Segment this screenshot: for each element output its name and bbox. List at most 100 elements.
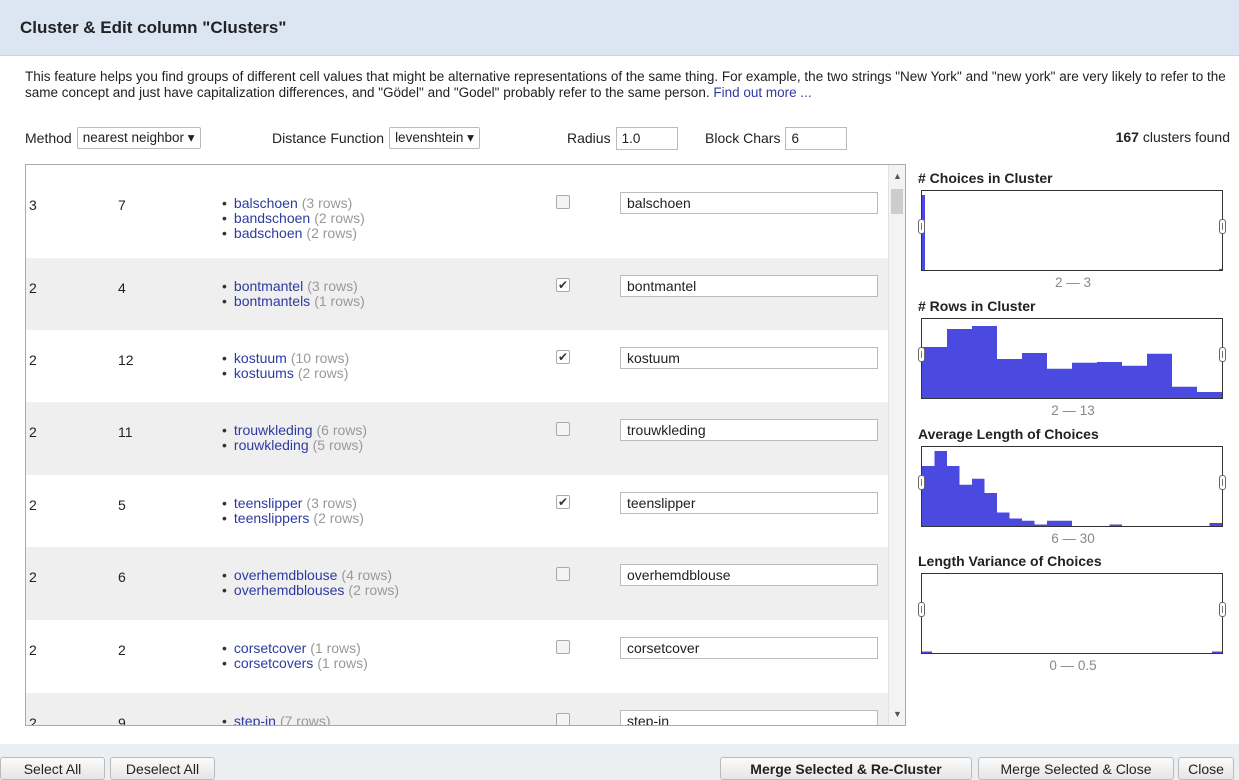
histogram-chart[interactable] <box>918 190 1226 271</box>
choice-item: corsetcovers(1 rows) <box>222 656 368 671</box>
choice-value-link[interactable]: bontmantels <box>234 293 310 309</box>
method-label: Method <box>25 130 72 146</box>
choice-value-link[interactable]: bontmantel <box>234 278 303 294</box>
scroll-thumb[interactable] <box>891 189 903 214</box>
cluster-row-count: 5 <box>118 497 126 513</box>
method-select[interactable]: nearest neighbor ▾ <box>76 127 201 149</box>
choice-item: balschoen(3 rows) <box>222 196 365 211</box>
choice-value-link[interactable]: teenslippers <box>234 510 310 526</box>
histogram-bar <box>1219 268 1222 271</box>
cluster-choices: corsetcover(1 rows)corsetcovers(1 rows) <box>222 641 368 671</box>
dialog-title: Cluster & Edit column "Clusters" <box>20 18 287 37</box>
histogram-chart[interactable] <box>918 318 1226 399</box>
merge-checkbox[interactable] <box>556 640 570 654</box>
cluster-choices: overhemdblouse(4 rows)overhemdblouses(2 … <box>222 568 399 598</box>
new-cell-value-input[interactable]: kostuum <box>620 347 878 369</box>
histogram-bar <box>1122 365 1147 398</box>
distance-select[interactable]: levenshtein ▾ <box>389 127 480 149</box>
range-handle-right-icon[interactable] <box>1219 219 1226 234</box>
cluster-row-count: 11 <box>118 424 133 440</box>
feature-description: This feature helps you find groups of di… <box>25 69 1230 101</box>
choice-value-link[interactable]: trouwkleding <box>234 422 313 438</box>
merge-checkbox[interactable] <box>556 713 570 725</box>
merge-checkbox[interactable]: ✔ <box>556 495 570 509</box>
choice-row-count: (10 rows) <box>290 350 350 366</box>
select-all-button[interactable]: Select All <box>0 757 105 780</box>
find-out-more-link[interactable]: Find out more ... <box>713 85 811 100</box>
cluster-row: 37balschoen(3 rows)bandschoen(2 rows)bad… <box>26 175 888 258</box>
choice-item: kostuums(2 rows) <box>222 366 349 381</box>
range-handle-right-icon[interactable] <box>1219 602 1226 617</box>
choice-row-count: (5 rows) <box>312 437 364 453</box>
choice-value-link[interactable]: overhemdblouses <box>234 582 345 598</box>
histogram-chart[interactable] <box>918 573 1226 654</box>
histogram-bar <box>972 326 997 398</box>
cluster-row: 24bontmantel(3 rows)bontmantels(1 rows)✔… <box>26 258 888 330</box>
choice-value-link[interactable]: kostuums <box>234 365 294 381</box>
choice-item: step-in(7 rows) <box>222 714 331 726</box>
scroll-up-icon[interactable]: ▲ <box>893 171 902 181</box>
histogram-svg <box>922 195 1222 271</box>
range-handle-right-icon[interactable] <box>1219 347 1226 362</box>
choice-value-link[interactable]: corsetcovers <box>234 655 313 671</box>
choice-row-count: (2 rows) <box>314 210 365 226</box>
merge-checkbox[interactable] <box>556 195 570 209</box>
histogram-bar <box>1212 651 1222 653</box>
choice-item: corsetcover(1 rows) <box>222 641 368 656</box>
merge-checkbox[interactable]: ✔ <box>556 278 570 292</box>
choice-value-link[interactable]: rouwkleding <box>234 437 309 453</box>
histogram-bar <box>959 484 972 526</box>
choice-item: badschoen(2 rows) <box>222 226 365 241</box>
choice-value-link[interactable]: badschoen <box>234 225 303 241</box>
cluster-choices: balschoen(3 rows)bandschoen(2 rows)badsc… <box>222 196 365 241</box>
choice-row-count: (2 rows) <box>348 582 399 598</box>
radius-input[interactable]: 1.0 <box>615 126 678 150</box>
choice-value-link[interactable]: overhemdblouse <box>234 567 338 583</box>
choice-value-link[interactable]: corsetcover <box>234 640 306 656</box>
new-cell-value-input[interactable]: trouwkleding <box>620 419 878 441</box>
choice-value-link[interactable]: teenslipper <box>234 495 303 511</box>
merge-checkbox[interactable]: ✔ <box>556 350 570 364</box>
new-cell-value-input[interactable]: step-in <box>620 710 878 725</box>
block-chars-input[interactable]: 6 <box>785 126 848 150</box>
cluster-choices: trouwkleding(6 rows)rouwkleding(5 rows) <box>222 423 367 453</box>
clusters-found-count: 167 <box>1115 129 1139 145</box>
facet-range-label: 6 — 30 <box>1051 531 1095 546</box>
scroll-down-icon[interactable]: ▼ <box>893 709 902 719</box>
new-cell-value-input[interactable]: bontmantel <box>620 275 878 297</box>
choice-row-count: (2 rows) <box>297 365 349 381</box>
range-handle-left-icon[interactable] <box>918 602 925 617</box>
clusters-table[interactable]: 37balschoen(3 rows)bandschoen(2 rows)bad… <box>25 164 906 726</box>
histogram-bar <box>1209 523 1222 526</box>
vertical-scrollbar[interactable]: ▲ ▼ <box>888 165 905 725</box>
cluster-size: 3 <box>29 197 37 213</box>
range-handle-left-icon[interactable] <box>918 219 925 234</box>
new-cell-value-input[interactable]: overhemdblouse <box>620 564 878 586</box>
clusters-found-label: clusters found <box>1142 129 1230 145</box>
range-handle-right-icon[interactable] <box>1219 475 1226 490</box>
merge-close-button[interactable]: Merge Selected & Close <box>978 757 1174 780</box>
choice-item: bontmantel(3 rows) <box>222 279 365 294</box>
choice-value-link[interactable]: balschoen <box>234 195 298 211</box>
choice-item: teenslippers(2 rows) <box>222 511 364 526</box>
range-handle-left-icon[interactable] <box>918 475 925 490</box>
facet-histogram: Length Variance of Choices 0 — 0.5 <box>918 553 1228 673</box>
method-control: Method nearest neighbor ▾ <box>25 124 201 152</box>
choice-value-link[interactable]: bandschoen <box>234 210 310 226</box>
histogram-chart[interactable] <box>918 446 1226 527</box>
deselect-all-button[interactable]: Deselect All <box>110 757 215 780</box>
merge-checkbox[interactable] <box>556 422 570 436</box>
merge-recluster-button[interactable]: Merge Selected & Re-Cluster <box>720 757 972 780</box>
block-chars-control: Block Chars 6 <box>705 124 848 152</box>
new-cell-value-input[interactable]: teenslipper <box>620 492 878 514</box>
choice-value-link[interactable]: step-in <box>234 713 276 726</box>
new-cell-value-input[interactable]: balschoen <box>620 192 878 214</box>
merge-checkbox[interactable] <box>556 567 570 581</box>
new-cell-value-input[interactable]: corsetcover <box>620 637 878 659</box>
range-handle-left-icon[interactable] <box>918 347 925 362</box>
radius-label: Radius <box>567 130 611 146</box>
cluster-choices: teenslipper(3 rows)teenslippers(2 rows) <box>222 496 364 526</box>
choice-value-link[interactable]: kostuum <box>234 350 287 366</box>
close-button[interactable]: Close <box>1178 757 1234 780</box>
cluster-row: 25teenslipper(3 rows)teenslippers(2 rows… <box>26 475 888 547</box>
